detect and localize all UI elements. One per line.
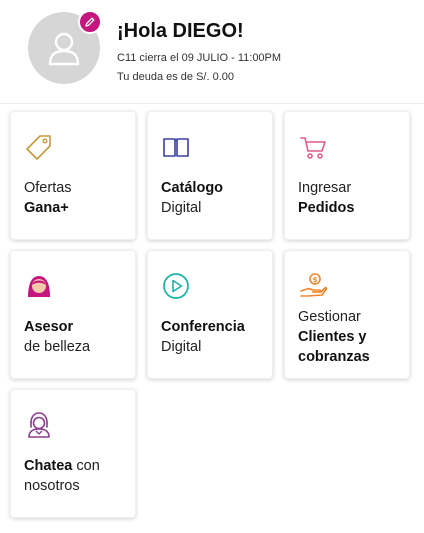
pencil-icon: [85, 17, 95, 27]
tile-ingresar-pedidos[interactable]: Ingresar Pedidos: [284, 111, 410, 240]
greeting-title: ¡Hola DIEGO!: [117, 20, 244, 42]
debt-text: Tu deuda es de S/. 0.00: [117, 71, 235, 83]
chat-agent-icon: [24, 410, 54, 440]
tile-label-primary: Catálogo: [161, 180, 224, 196]
tile-label-secondary: Gana+: [24, 200, 69, 216]
tile-asesor-belleza[interactable]: Asesor de belleza: [10, 250, 136, 379]
play-icon: [161, 271, 191, 301]
tile-label-primary: Gestionar: [298, 309, 361, 325]
tag-icon: [24, 132, 54, 162]
tile-label-secondary: Clientes y: [298, 329, 367, 345]
cycle-close-text: C11 cierra el 09 JULIO - 11:00PM: [117, 52, 282, 64]
tile-ofertas-gana[interactable]: Ofertas Gana+: [10, 111, 136, 240]
tile-label-primary: Asesor: [24, 319, 74, 335]
tile-label-secondary: Digital: [161, 200, 202, 216]
tile-label-secondary: Pedidos: [298, 200, 355, 216]
book-icon: [161, 132, 191, 162]
tile-catalogo-digital[interactable]: Catálogo Digital: [147, 111, 273, 240]
tile-chatea-nosotros[interactable]: Chatea con nosotros: [10, 389, 136, 518]
tile-label-secondary: de belleza: [24, 339, 91, 355]
hand-coin-icon: $: [298, 271, 328, 301]
beauty-advisor-icon: [24, 271, 54, 301]
tile-label-primary-suffix: con: [72, 458, 100, 474]
tile-label-secondary: nosotros: [24, 478, 80, 494]
cart-icon: [298, 132, 328, 162]
edit-photo-button[interactable]: [78, 10, 102, 34]
profile-header: ¡Hola DIEGO! C11 cierra el 09 JULIO - 11…: [0, 0, 424, 104]
tile-gestionar-clientes[interactable]: $ Gestionar Clientes y cobranzas: [284, 250, 410, 379]
tile-label-primary: Chatea: [24, 458, 73, 474]
tile-conferencia-digital[interactable]: Conferencia Digital: [147, 250, 273, 379]
tile-label-primary: Ofertas: [24, 180, 72, 196]
tile-label-secondary: Digital: [161, 339, 202, 355]
tile-label-primary: Ingresar: [298, 180, 352, 196]
tile-label-tertiary: cobranzas: [298, 349, 370, 365]
avatar[interactable]: [28, 10, 102, 84]
svg-text:$: $: [313, 276, 318, 284]
tile-label-primary: Conferencia: [161, 319, 245, 335]
